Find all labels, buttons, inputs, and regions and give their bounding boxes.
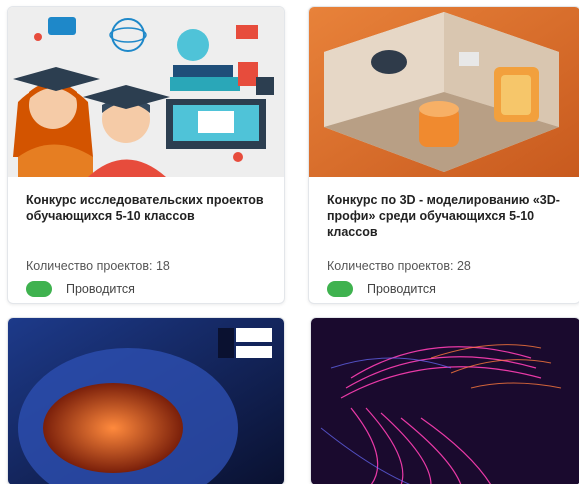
- book-icon: [48, 17, 76, 35]
- status-badge: Проводится: [327, 281, 436, 297]
- calculator-icon: [236, 25, 258, 39]
- status-text: Проводится: [66, 282, 135, 296]
- status-text: Проводится: [367, 282, 436, 296]
- vr-headset-neon-image: [311, 318, 579, 484]
- contest-card[interactable]: [310, 317, 579, 484]
- card-body: Конкурс по 3D - моделированию «3D-профи»…: [309, 177, 579, 303]
- contest-card[interactable]: Конкурс по 3D - моделированию «3D-профи»…: [308, 6, 579, 304]
- astronaut-helmet-image: [8, 318, 284, 484]
- project-count: Количество проектов: 18: [26, 259, 170, 273]
- status-dot-icon: [26, 281, 52, 297]
- globe-icon: [177, 29, 209, 61]
- contest-card[interactable]: Конкурс исследовательских проектов обуча…: [7, 6, 285, 304]
- project-count: Количество проектов: 28: [327, 259, 471, 273]
- 3d-room-render: [309, 7, 579, 177]
- status-badge: Проводится: [26, 281, 135, 297]
- card-title[interactable]: Конкурс по 3D - моделированию «3D-профи»…: [327, 192, 567, 240]
- contest-card[interactable]: [7, 317, 285, 484]
- education-students-illustration: [8, 7, 284, 177]
- status-dot-icon: [327, 281, 353, 297]
- contest-grid: Конкурс исследовательских проектов обуча…: [0, 0, 579, 484]
- microscope-icon: [256, 77, 274, 95]
- card-body: Конкурс исследовательских проектов обуча…: [8, 177, 284, 303]
- card-title[interactable]: Конкурс исследовательских проектов обуча…: [26, 192, 266, 224]
